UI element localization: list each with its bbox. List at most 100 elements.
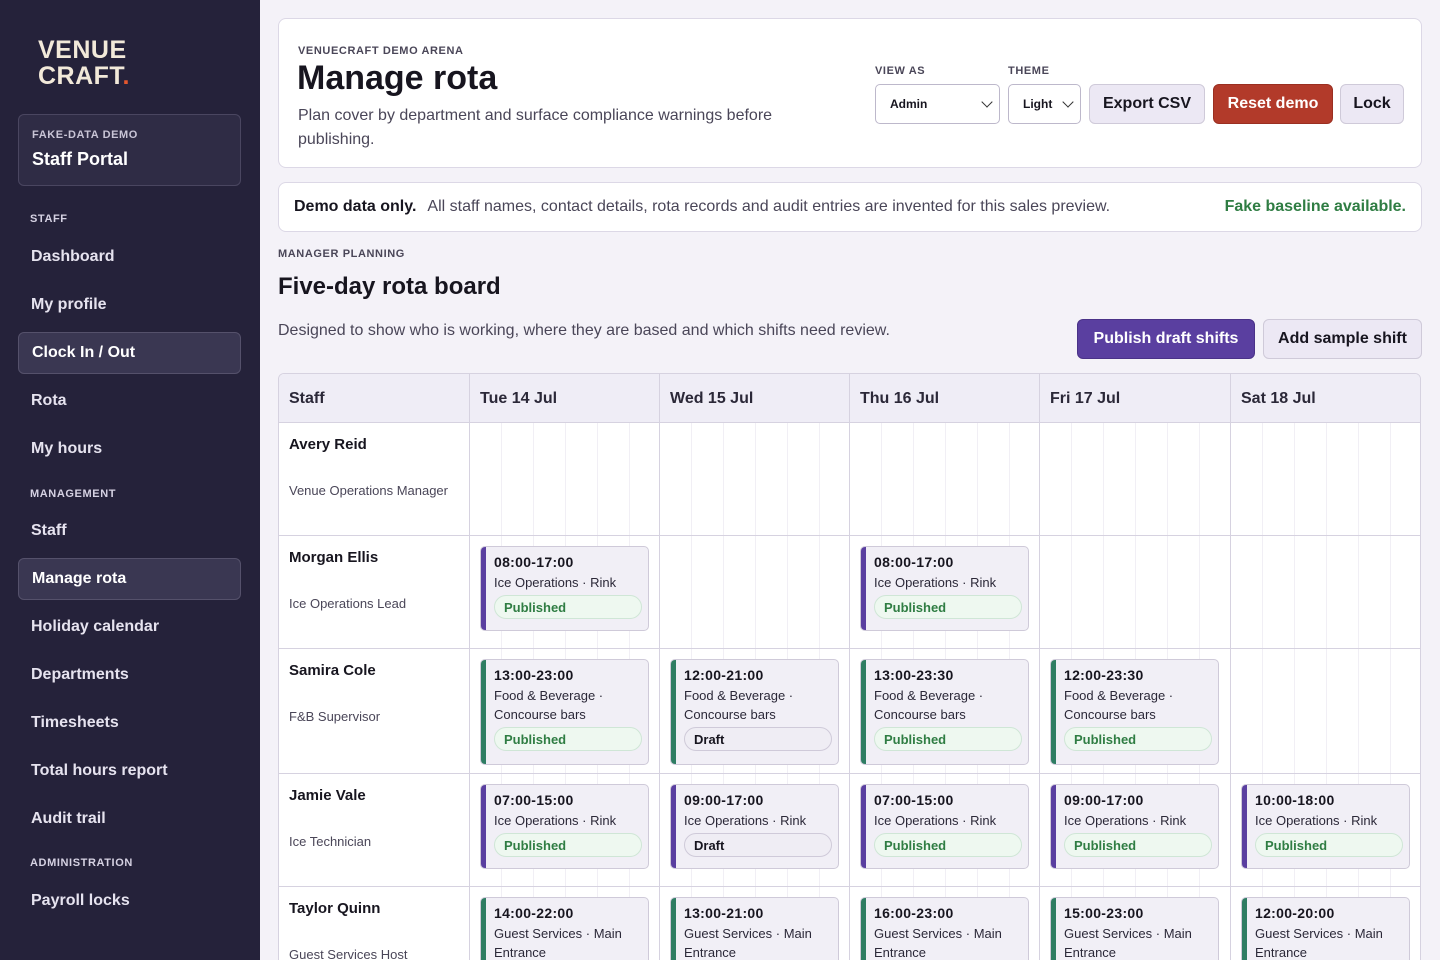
section-eyebrow: MANAGER PLANNING xyxy=(278,248,405,260)
nav-item-clock-in-out[interactable]: Clock In / Out xyxy=(18,332,241,374)
venuecraft-logo[interactable]: VENUE CRAFT. xyxy=(38,37,130,89)
shift-time: 12:00-21:00 xyxy=(684,667,764,683)
demo-banner-strong: Demo data only. xyxy=(294,198,417,215)
day-cell[interactable]: 08:00-17:00 Ice Operations · Rink Publishe… xyxy=(849,536,1039,648)
day-cell[interactable]: 07:00-15:00 Ice Operations · Rink Publishe… xyxy=(469,774,659,886)
nav-item-rota[interactable]: Rota xyxy=(18,380,241,422)
shift-card[interactable]: 09:00-17:00 Ice Operations · Rink Draft xyxy=(670,784,839,869)
shift-time: 08:00-17:00 xyxy=(494,554,574,570)
shift-time: 09:00-17:00 xyxy=(684,792,764,808)
shift-status-badge: Published xyxy=(494,833,642,857)
day-cell[interactable]: 07:00-15:00 Ice Operations · Rink Publishe… xyxy=(849,774,1039,886)
theme-value: Light xyxy=(1023,97,1053,111)
shift-card[interactable]: 13:00-23:00 Food & Beverage · Concourse b… xyxy=(480,659,649,765)
shift-card[interactable]: 13:00-23:30 Food & Beverage · Concourse b… xyxy=(860,659,1029,765)
shift-card[interactable]: 16:00-23:00 Guest Services · Main Entranc… xyxy=(860,897,1029,960)
shift-card[interactable]: 07:00-15:00 Ice Operations · Rink Publishe… xyxy=(860,784,1029,869)
day-cell[interactable]: 12:00-20:00 Guest Services · Main Entranc… xyxy=(1230,887,1420,960)
day-cell[interactable]: 14:00-22:00 Guest Services · Main Entranc… xyxy=(469,887,659,960)
rota-row: Avery Reid Venue Operations Manager xyxy=(279,423,1420,536)
column-header-day: Sat 18 Jul xyxy=(1230,374,1420,423)
day-cell[interactable] xyxy=(659,536,849,648)
nav-item-staff[interactable]: Staff xyxy=(18,510,241,552)
nav-item-my-profile[interactable]: My profile xyxy=(18,284,241,326)
shift-time: 08:00-17:00 xyxy=(874,554,954,570)
shift-status-badge: Published xyxy=(1064,833,1212,857)
rota-row: Morgan Ellis Ice Operations Lead 08:00-17:… xyxy=(279,536,1420,649)
shift-location: Food & Beverage · Concourse bars xyxy=(684,688,794,722)
shift-status-badge: Published xyxy=(874,727,1022,751)
nav-section-administration: ADMINISTRATION xyxy=(30,857,133,869)
staff-name[interactable]: Avery Reid xyxy=(289,436,459,453)
demo-banner-text: All staff names, contact details, rota r… xyxy=(427,198,1111,215)
nav-item-audit-trail[interactable]: Audit trail xyxy=(18,798,241,840)
demo-banner-status: Fake baseline available. xyxy=(1224,198,1406,215)
column-header-staff: Staff xyxy=(289,389,325,407)
nav-section-staff: STAFF xyxy=(30,213,68,225)
shift-card[interactable]: 09:00-17:00 Ice Operations · Rink Publishe… xyxy=(1050,784,1219,869)
shift-location: Guest Services · Main Entrance xyxy=(874,926,1002,960)
day-cell[interactable]: 15:00-23:00 Guest Services · Main Entranc… xyxy=(1039,887,1230,960)
day-cell[interactable] xyxy=(1230,536,1420,648)
day-cell[interactable]: 12:00-21:00 Food & Beverage · Concourse b… xyxy=(659,649,849,773)
day-cell[interactable]: 09:00-17:00 Ice Operations · Rink Publishe… xyxy=(1039,774,1230,886)
day-cell[interactable] xyxy=(1039,423,1230,535)
export-csv-button[interactable]: Export CSV xyxy=(1089,84,1205,124)
staff-name[interactable]: Samira Cole xyxy=(289,662,459,679)
nav-item-payroll-locks[interactable]: Payroll locks xyxy=(18,880,241,922)
shift-card[interactable]: 13:00-21:00 Guest Services · Main Entranc… xyxy=(670,897,839,960)
nav-item-holiday-calendar[interactable]: Holiday calendar xyxy=(18,606,241,648)
staff-name[interactable]: Morgan Ellis xyxy=(289,549,459,566)
lock-button[interactable]: Lock xyxy=(1340,84,1404,124)
day-cell[interactable]: 13:00-21:00 Guest Services · Main Entranc… xyxy=(659,887,849,960)
shift-card[interactable]: 08:00-17:00 Ice Operations · Rink Publishe… xyxy=(860,546,1029,631)
nav-item-timesheets[interactable]: Timesheets xyxy=(18,702,241,744)
shift-time: 13:00-23:00 xyxy=(494,667,574,683)
day-cell[interactable]: 13:00-23:00 Food & Beverage · Concourse b… xyxy=(469,649,659,773)
shift-time: 07:00-15:00 xyxy=(494,792,574,808)
nav-section-management: MANAGEMENT xyxy=(30,488,117,500)
nav-item-my-hours[interactable]: My hours xyxy=(18,428,241,470)
shift-location: Ice Operations · Rink xyxy=(494,575,617,590)
shift-card[interactable]: 08:00-17:00 Ice Operations · Rink Publishe… xyxy=(480,546,649,631)
shift-card[interactable]: 14:00-22:00 Guest Services · Main Entranc… xyxy=(480,897,649,960)
shift-card[interactable]: 10:00-18:00 Ice Operations · Rink Publishe… xyxy=(1241,784,1410,869)
shift-status-badge: Published xyxy=(494,595,642,619)
shift-location: Guest Services · Main Entrance xyxy=(494,926,622,960)
shift-card[interactable]: 15:00-23:00 Guest Services · Main Entranc… xyxy=(1050,897,1219,960)
staff-name[interactable]: Taylor Quinn xyxy=(289,900,459,917)
day-cell[interactable]: 16:00-23:00 Guest Services · Main Entranc… xyxy=(849,887,1039,960)
nav-item-total-hours-report[interactable]: Total hours report xyxy=(18,750,241,792)
shift-location: Ice Operations · Rink xyxy=(1064,813,1187,828)
shift-time: 13:00-23:30 xyxy=(874,667,954,683)
shift-card[interactable]: 12:00-20:00 Guest Services · Main Entranc… xyxy=(1241,897,1410,960)
theme-select[interactable]: Light xyxy=(1008,84,1081,124)
publish-draft-shifts-button[interactable]: Publish draft shifts xyxy=(1077,319,1255,359)
nav-item-departments[interactable]: Departments xyxy=(18,654,241,696)
day-cell[interactable] xyxy=(469,423,659,535)
day-cell[interactable]: 10:00-18:00 Ice Operations · Rink Publishe… xyxy=(1230,774,1420,886)
shift-card[interactable]: 12:00-21:00 Food & Beverage · Concourse b… xyxy=(670,659,839,765)
staff-role: Venue Operations Manager xyxy=(289,483,448,498)
nav-item-dashboard[interactable]: Dashboard xyxy=(18,236,241,278)
rota-board-table: Staff Tue 14 Jul Wed 15 Jul Thu 16 Jul Fri 1… xyxy=(278,373,1421,960)
day-cell[interactable] xyxy=(1039,536,1230,648)
staff-name[interactable]: Jamie Vale xyxy=(289,787,459,804)
shift-card[interactable]: 12:00-23:30 Food & Beverage · Concourse b… xyxy=(1050,659,1219,765)
day-cell[interactable]: 08:00-17:00 Ice Operations · Rink Publishe… xyxy=(469,536,659,648)
reset-demo-button[interactable]: Reset demo xyxy=(1213,84,1333,124)
day-cell[interactable]: 13:00-23:30 Food & Beverage · Concourse b… xyxy=(849,649,1039,773)
view-as-label: VIEW AS xyxy=(875,65,926,77)
day-cell[interactable] xyxy=(1230,423,1420,535)
day-cell[interactable] xyxy=(659,423,849,535)
day-cell[interactable] xyxy=(849,423,1039,535)
day-cell[interactable]: 12:00-23:30 Food & Beverage · Concourse b… xyxy=(1039,649,1230,773)
nav-item-manage-rota[interactable]: Manage rota xyxy=(18,558,241,600)
shift-card[interactable]: 07:00-15:00 Ice Operations · Rink Publishe… xyxy=(480,784,649,869)
shift-time: 12:00-23:30 xyxy=(1064,667,1144,683)
day-cell[interactable] xyxy=(1230,649,1420,773)
add-sample-shift-button[interactable]: Add sample shift xyxy=(1263,319,1422,359)
day-cell[interactable]: 09:00-17:00 Ice Operations · Rink Draft xyxy=(659,774,849,886)
view-as-select[interactable]: Admin xyxy=(875,84,1000,124)
view-as-value: Admin xyxy=(890,97,928,111)
